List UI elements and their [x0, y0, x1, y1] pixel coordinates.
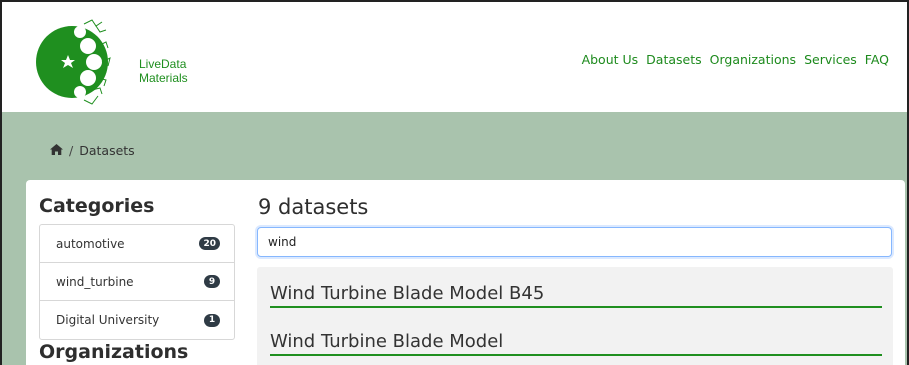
- category-label: automotive: [56, 236, 125, 251]
- dataset-result-title[interactable]: Wind Turbine Blade Model B45: [270, 283, 882, 308]
- site-logo[interactable]: LiveData Materials: [32, 16, 192, 106]
- category-item-automotive[interactable]: automotive 20: [40, 225, 234, 263]
- logo-text: LiveData Materials: [139, 57, 188, 85]
- category-item-digital-university[interactable]: Digital University 1: [40, 301, 234, 339]
- breadcrumb-separator: /: [69, 143, 74, 158]
- organizations-heading: Organizations: [39, 341, 189, 363]
- home-icon[interactable]: [50, 143, 63, 158]
- nav-about-us[interactable]: About Us: [582, 52, 639, 67]
- results-count-heading: 9 datasets: [258, 195, 369, 219]
- browser-frame: LiveData Materials About Us Datasets Org…: [0, 0, 909, 365]
- results-list: Wind Turbine Blade Model B45 Wind Turbin…: [257, 267, 893, 365]
- breadcrumb: / Datasets: [50, 143, 135, 158]
- nav-faq[interactable]: FAQ: [865, 52, 889, 67]
- nav-services[interactable]: Services: [804, 52, 857, 67]
- breadcrumb-current: Datasets: [79, 143, 135, 158]
- main-nav: About Us Datasets Organizations Services…: [582, 52, 889, 67]
- category-label: Digital University: [56, 313, 160, 327]
- nav-organizations[interactable]: Organizations: [710, 52, 796, 67]
- category-label: wind_turbine: [56, 274, 134, 289]
- logo-line-2: Materials: [139, 71, 188, 85]
- count-badge: 1: [204, 313, 220, 327]
- logo-line-1: LiveData: [139, 57, 187, 71]
- category-item-wind-turbine[interactable]: wind_turbine 9: [40, 263, 234, 301]
- count-badge: 20: [199, 237, 220, 250]
- dataset-search-input[interactable]: [257, 227, 892, 257]
- site-header: LiveData Materials About Us Datasets Org…: [2, 2, 907, 112]
- categories-heading: Categories: [39, 195, 155, 217]
- nav-datasets[interactable]: Datasets: [646, 52, 701, 67]
- category-list: automotive 20 wind_turbine 9 Digital Uni…: [39, 224, 235, 340]
- dataset-result-title[interactable]: Wind Turbine Blade Model: [270, 331, 882, 356]
- count-badge: 9: [204, 275, 220, 288]
